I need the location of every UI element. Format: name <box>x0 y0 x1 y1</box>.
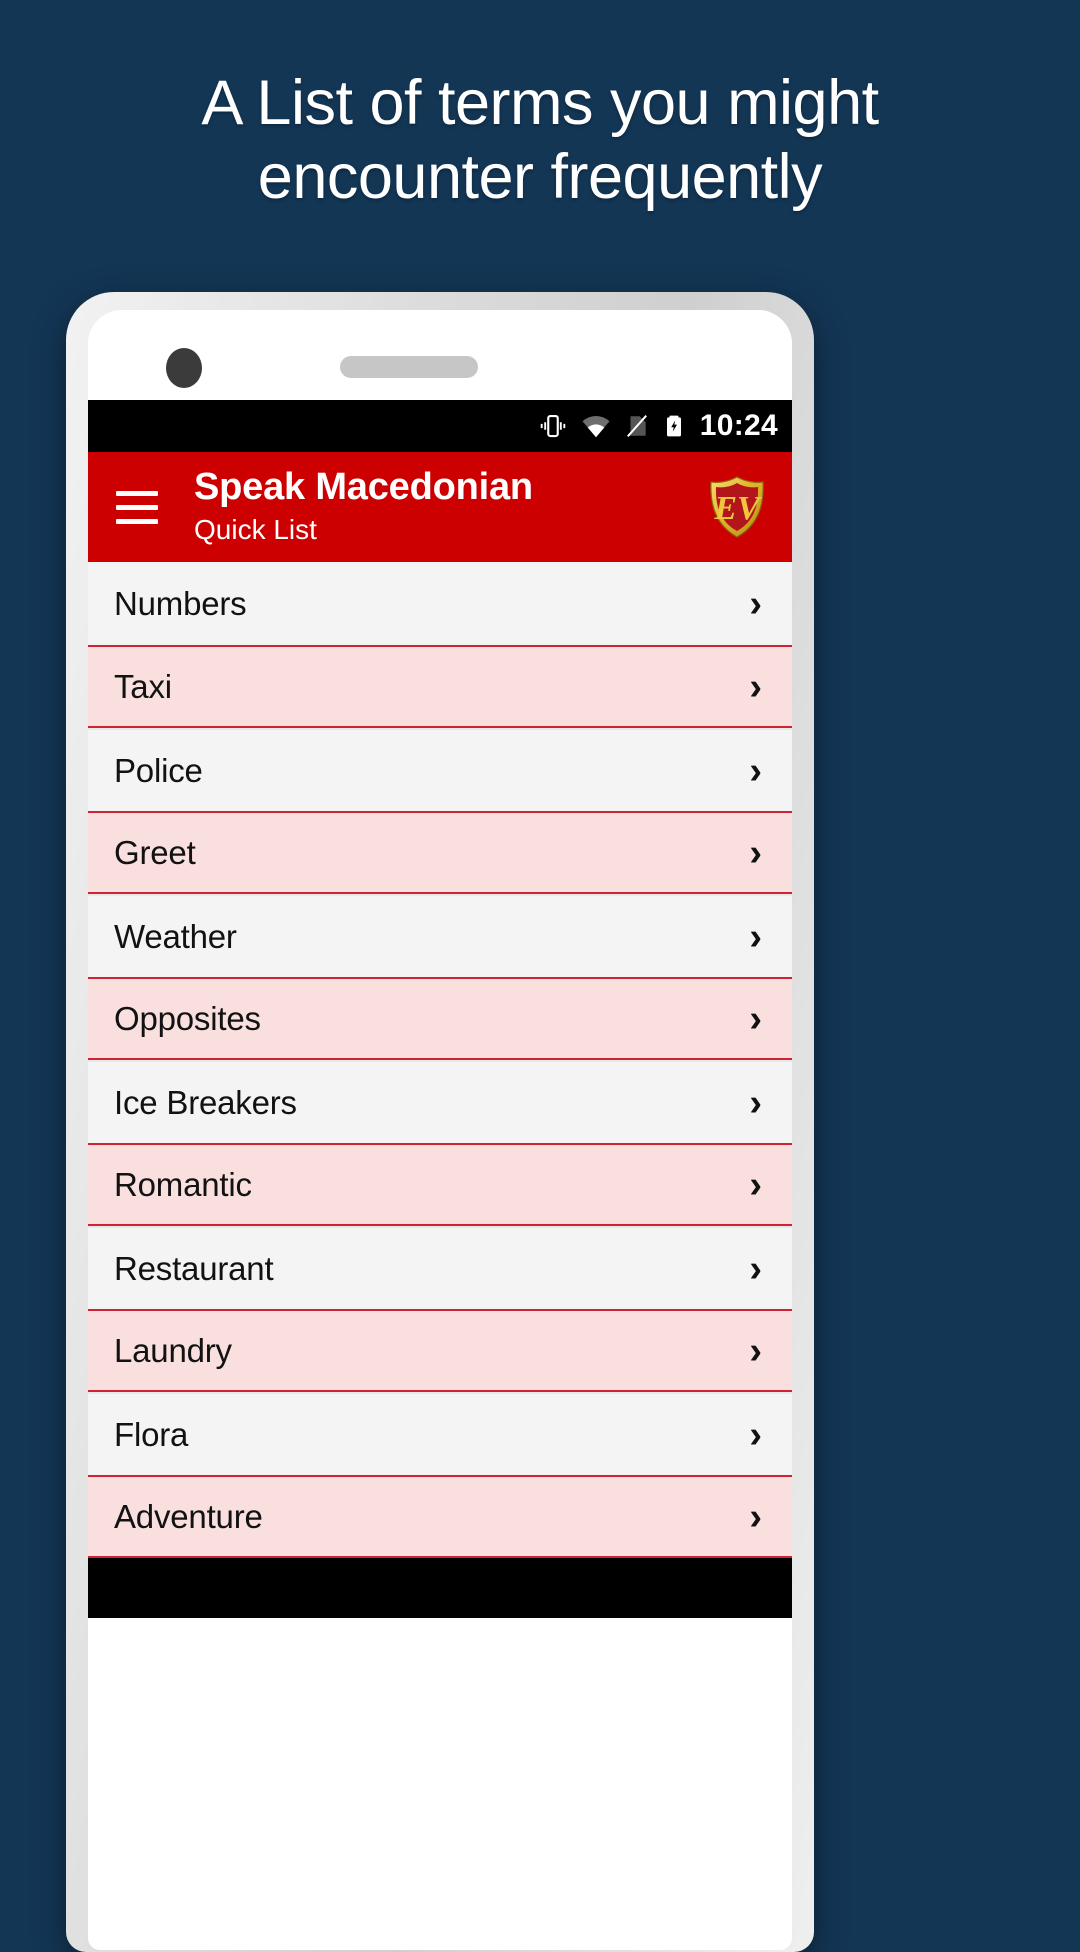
brand-logo-icon[interactable]: EV <box>706 474 768 540</box>
list-item[interactable]: Romantic › <box>88 1143 792 1226</box>
status-bar-clock: 10:24 <box>699 409 778 442</box>
sim-card-off-icon <box>624 411 650 441</box>
hamburger-line <box>116 490 158 496</box>
earpiece-speaker <box>340 356 478 378</box>
wifi-icon <box>580 411 612 441</box>
hamburger-line <box>116 504 158 510</box>
chevron-right-icon: › <box>749 1247 762 1290</box>
hamburger-menu-icon[interactable] <box>108 478 166 536</box>
chevron-right-icon: › <box>749 749 762 792</box>
app-title: Speak Macedonian <box>194 466 533 509</box>
list-item[interactable]: Opposites › <box>88 977 792 1060</box>
svg-text:EV: EV <box>713 490 762 527</box>
list-item[interactable]: Adventure › <box>88 1475 792 1558</box>
list-item[interactable]: Numbers › <box>88 562 792 645</box>
list-item-label: Adventure <box>114 1497 263 1535</box>
chevron-right-icon: › <box>749 997 762 1040</box>
chevron-right-icon: › <box>749 831 762 874</box>
chevron-right-icon: › <box>749 915 762 958</box>
chevron-right-icon: › <box>749 1495 762 1538</box>
chevron-right-icon: › <box>749 665 762 708</box>
app-bar-titles: Speak Macedonian Quick List <box>194 467 706 547</box>
chevron-right-icon: › <box>749 1163 762 1206</box>
battery-charging-icon <box>662 411 686 441</box>
list-item[interactable]: Greet › <box>88 811 792 894</box>
list-item[interactable]: Ice Breakers › <box>88 1060 792 1143</box>
list-item[interactable]: Taxi › <box>88 645 792 728</box>
phone-mockup-frame: 10:24 Speak Macedonian Quick List EV Num… <box>66 292 814 1952</box>
hamburger-line <box>116 518 158 524</box>
list-item-label: Greet <box>114 833 196 871</box>
app-bar: Speak Macedonian Quick List EV <box>88 452 792 562</box>
list-item-label: Ice Breakers <box>114 1083 297 1121</box>
list-item-label: Numbers <box>114 584 247 622</box>
chevron-right-icon: › <box>749 582 762 625</box>
list-item-label: Police <box>114 751 203 789</box>
quick-list: Numbers › Taxi › Police › Greet › Weathe… <box>88 562 792 1558</box>
promo-headline: A List of terms you might encounter freq… <box>201 68 879 213</box>
navigation-bar <box>88 1558 792 1618</box>
chevron-right-icon: › <box>749 1413 762 1456</box>
chevron-right-icon: › <box>749 1081 762 1124</box>
app-subtitle: Quick List <box>194 514 317 546</box>
vibrate-icon <box>538 411 568 441</box>
chevron-right-icon: › <box>749 1329 762 1372</box>
list-item-label: Taxi <box>114 667 172 705</box>
list-item-label: Restaurant <box>114 1249 274 1287</box>
status-bar: 10:24 <box>88 400 792 452</box>
list-item[interactable]: Laundry › <box>88 1309 792 1392</box>
front-camera-icon <box>166 348 202 388</box>
list-item-label: Weather <box>114 917 237 955</box>
list-item[interactable]: Weather › <box>88 894 792 977</box>
list-item[interactable]: Flora › <box>88 1392 792 1475</box>
phone-top-bezel <box>88 310 792 400</box>
list-item-label: Laundry <box>114 1331 232 1369</box>
list-item-label: Romantic <box>114 1165 252 1203</box>
list-item[interactable]: Restaurant › <box>88 1226 792 1309</box>
phone-screen: 10:24 Speak Macedonian Quick List EV Num… <box>88 310 792 1950</box>
list-item-label: Flora <box>114 1415 189 1453</box>
list-item-label: Opposites <box>114 999 261 1037</box>
list-item[interactable]: Police › <box>88 728 792 811</box>
